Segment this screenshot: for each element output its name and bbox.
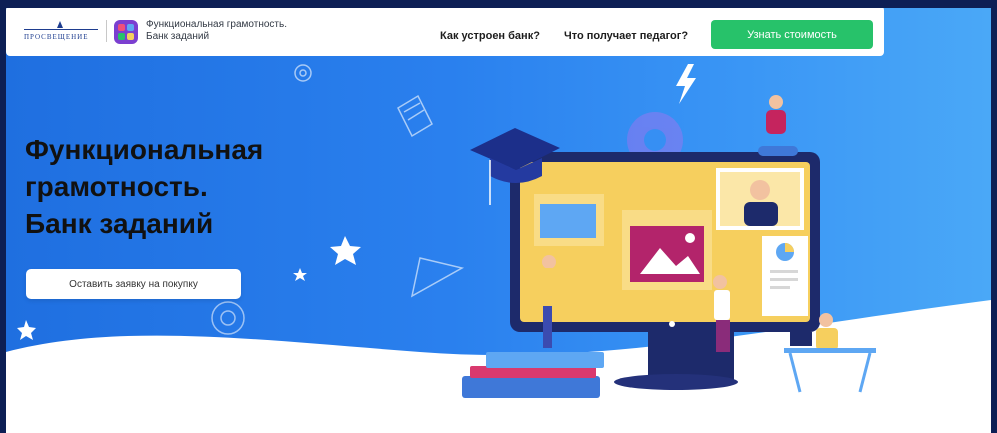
screenshot-border [0,0,6,433]
hero-title: Функциональная грамотность. Банк заданий [25,131,365,242]
task-bank-app-icon[interactable] [114,20,138,44]
pie-chart-icon [776,243,794,261]
screenshot-border [0,0,997,8]
hero-title-line: Функциональная [25,134,264,165]
book-icon [397,94,433,138]
publisher-logo-text: ПРОСВЕЩЕНИЕ [24,33,89,41]
submit-purchase-request-button[interactable]: Оставить заявку на покупку [26,269,241,299]
publisher-logo[interactable]: ПРОСВЕЩЕНИЕ [24,20,98,42]
star-icon [17,320,36,340]
triangle-icon [410,257,465,298]
person-top [758,95,798,156]
brand-title[interactable]: Функциональная грамотность. Банк заданий [146,19,346,43]
nav-link-how-bank-works[interactable]: Как устроен банк? [440,30,540,42]
hero-title-line: Банк заданий [25,208,214,239]
image-icon [630,226,704,282]
top-navigation-bar: ПРОСВЕЩЕНИЕ Функциональная грамотность. … [6,6,884,56]
brand-title-line2: Банк заданий [146,31,210,42]
brand-title-line1: Функциональная грамотность. [146,19,288,30]
lightning-icon [676,64,696,104]
screenshot-border [991,0,997,433]
gear-icon [211,301,245,335]
get-price-button[interactable]: Узнать стоимость [711,20,873,49]
hero-title-line: грамотность. [25,171,208,202]
logo-divider [106,20,107,42]
star-icon [293,268,307,281]
gear-icon [294,64,312,82]
nav-link-teacher-benefits[interactable]: Что получает педагог? [564,30,688,42]
